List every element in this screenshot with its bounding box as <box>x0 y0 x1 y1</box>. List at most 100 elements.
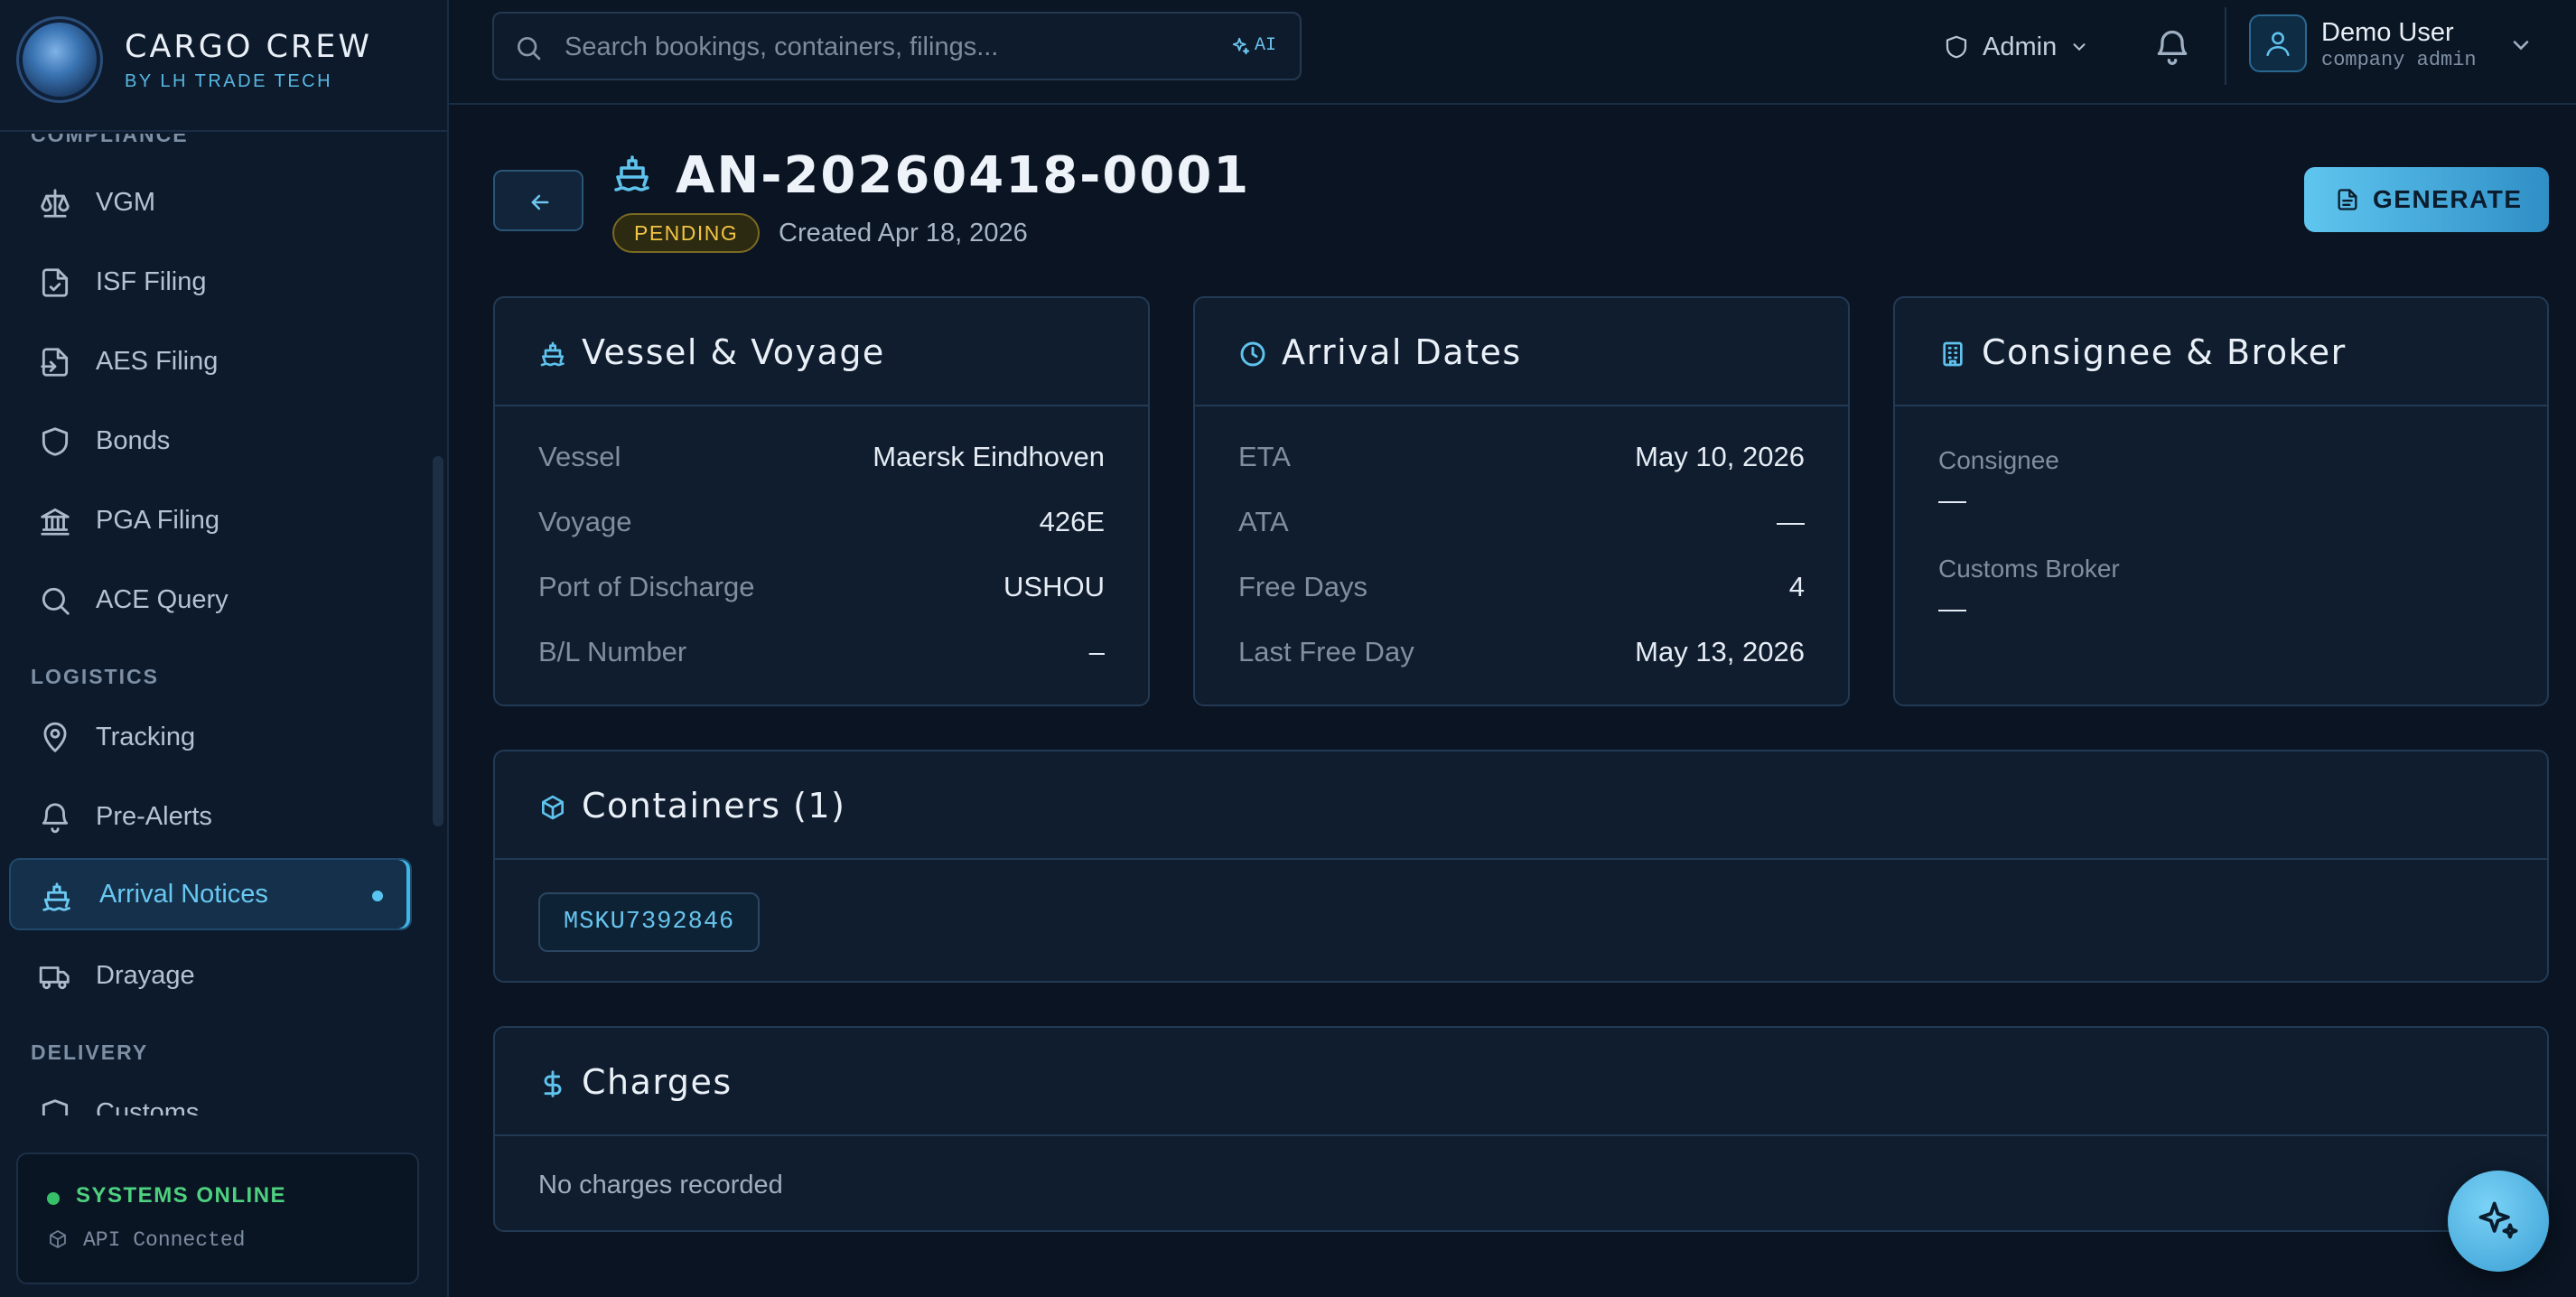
clock-icon <box>1240 341 1265 367</box>
customs-broker-label: Customs Broker <box>1938 555 2120 583</box>
truck-icon <box>39 966 70 990</box>
brand-header: CARGO CREW BY LH TRADE TECH <box>0 0 447 132</box>
ai-assistant-button[interactable] <box>2448 1171 2549 1272</box>
row-label: Free Days <box>1238 571 1367 602</box>
section-label-delivery: DELIVERY <box>31 1040 149 1064</box>
user-icon <box>2266 32 2290 57</box>
file-check-icon <box>42 268 69 297</box>
sidebar-item-tracking[interactable]: Tracking <box>9 701 412 773</box>
user-name[interactable]: Demo User <box>2321 18 2454 48</box>
search-input[interactable] <box>565 26 1179 68</box>
row-value: May 10, 2026 <box>1635 441 1805 472</box>
ai-search-badge[interactable]: AI <box>1231 35 1276 56</box>
chevron-down-icon <box>2073 43 2086 51</box>
row-label: Voyage <box>538 506 632 537</box>
card-header: Containers (1) <box>495 751 2547 860</box>
sidebar-item-label: Bonds <box>96 425 171 455</box>
row-label: ATA <box>1238 506 1289 537</box>
card-title: Arrival Dates <box>1282 332 1522 372</box>
search-icon <box>42 587 70 615</box>
sparkles-icon <box>2478 1201 2518 1239</box>
chevron-down-icon[interactable] <box>2508 33 2534 58</box>
sidebar-item-bonds[interactable]: Bonds <box>9 405 412 477</box>
role-switcher[interactable]: Admin <box>1943 27 2089 67</box>
containers-card: Containers (1) MSKU7392846 <box>493 750 2549 983</box>
sidebar-item-customs[interactable]: Customs <box>9 1077 412 1115</box>
section-label-compliance: COMPLIANCE <box>31 134 189 146</box>
charges-card: Charges No charges recorded <box>493 1026 2549 1232</box>
sidebar-item-aes-filing[interactable]: AES Filing <box>9 325 412 397</box>
avatar[interactable] <box>2249 14 2307 72</box>
row-value: 426E <box>1039 506 1105 537</box>
vessel-voyage-card: Vessel & Voyage Vessel Maersk Eindhoven … <box>493 296 1150 706</box>
bank-icon <box>41 508 70 536</box>
sidebar-item-label: Customs <box>96 1097 200 1116</box>
sidebar-item-pre-alerts[interactable]: Pre-Alerts <box>9 780 412 853</box>
sidebar-item-isf-filing[interactable]: ISF Filing <box>9 246 412 318</box>
consignee-broker-card: Consignee & Broker Consignee — Customs B… <box>1893 296 2549 706</box>
row-value: — <box>1777 506 1805 537</box>
search-bar[interactable]: AI <box>492 12 1302 80</box>
detail-row-ata: ATA — <box>1238 506 1805 546</box>
detail-row-bl-number: B/L Number – <box>538 636 1105 676</box>
ship-icon <box>42 882 70 911</box>
detail-row-port-of-discharge: Port of Discharge USHOU <box>538 571 1105 611</box>
back-button[interactable] <box>493 170 583 231</box>
detail-row-eta: ETA May 10, 2026 <box>1238 441 1805 481</box>
sidebar-item-label: ACE Query <box>96 584 229 614</box>
card-header: Consignee & Broker <box>1895 298 2547 406</box>
arrow-left-icon <box>531 194 549 210</box>
sidebar-item-label: Arrival Notices <box>99 879 268 909</box>
sidebar-item-vgm[interactable]: VGM <box>9 166 412 238</box>
created-date: Created Apr 18, 2026 <box>779 219 1028 247</box>
sidebar-item-label: AES Filing <box>96 346 219 376</box>
section-label-logistics: LOGISTICS <box>31 665 159 688</box>
sidebar-item-label: Tracking <box>96 722 196 751</box>
api-status-text: API Connected <box>83 1228 246 1252</box>
row-label: Port of Discharge <box>538 571 755 602</box>
row-label: Vessel <box>538 441 621 472</box>
row-value: – <box>1088 636 1105 667</box>
brand-name: CARGO CREW <box>125 29 372 65</box>
sidebar-item-label: VGM <box>96 187 156 217</box>
shield-icon <box>42 427 69 456</box>
row-value: USHOU <box>1003 571 1105 602</box>
card-title: Charges <box>582 1062 733 1102</box>
container-chip[interactable]: MSKU7392846 <box>538 892 761 952</box>
role-label: Admin <box>1983 32 2058 61</box>
cube-icon <box>50 1230 66 1248</box>
sidebar-item-ace-query[interactable]: ACE Query <box>9 564 412 636</box>
box-icon <box>542 795 564 820</box>
sidebar-nav[interactable]: COMPLIANCE VGM ISF Filing AES Filing Bon… <box>0 134 435 1115</box>
map-pin-icon <box>43 722 67 752</box>
file-export-icon <box>41 348 69 377</box>
active-indicator-dot <box>372 891 383 901</box>
notifications-bell-icon[interactable] <box>2152 27 2192 67</box>
card-header: Vessel & Voyage <box>495 298 1148 406</box>
generate-button[interactable]: GENERATE <box>2304 167 2549 232</box>
sidebar-item-drayage[interactable]: Drayage <box>9 939 412 1012</box>
building-icon <box>1943 341 1963 367</box>
top-bar: AI Admin Demo User company admin <box>449 0 2576 105</box>
consignee-value: — <box>1938 484 1966 516</box>
sparkles-icon <box>1232 37 1250 54</box>
sidebar-scrollbar[interactable] <box>433 456 443 826</box>
sidebar-item-pga-filing[interactable]: PGA Filing <box>9 484 412 556</box>
row-label: ETA <box>1238 441 1291 472</box>
row-label: Last Free Day <box>1238 636 1414 667</box>
search-icon <box>518 37 541 61</box>
page-title: AN-20260418-0001 <box>676 146 1251 205</box>
card-title: Containers (1) <box>582 786 846 826</box>
status-text: SYSTEMS ONLINE <box>76 1183 287 1208</box>
system-status-panel: SYSTEMS ONLINE API Connected <box>16 1152 419 1284</box>
generate-label: GENERATE <box>2373 185 2523 213</box>
dollar-icon <box>544 1070 562 1097</box>
detail-row-vessel: Vessel Maersk Eindhoven <box>538 441 1105 481</box>
brand-logo[interactable] <box>16 16 103 103</box>
status-badge: PENDING <box>612 213 761 253</box>
ship-icon <box>540 341 565 367</box>
sidebar-item-arrival-notices[interactable]: Arrival Notices <box>9 858 412 930</box>
consignee-label: Consignee <box>1938 446 2059 474</box>
brand-subtitle: BY LH TRADE TECH <box>125 71 333 91</box>
document-icon <box>2338 189 2357 210</box>
